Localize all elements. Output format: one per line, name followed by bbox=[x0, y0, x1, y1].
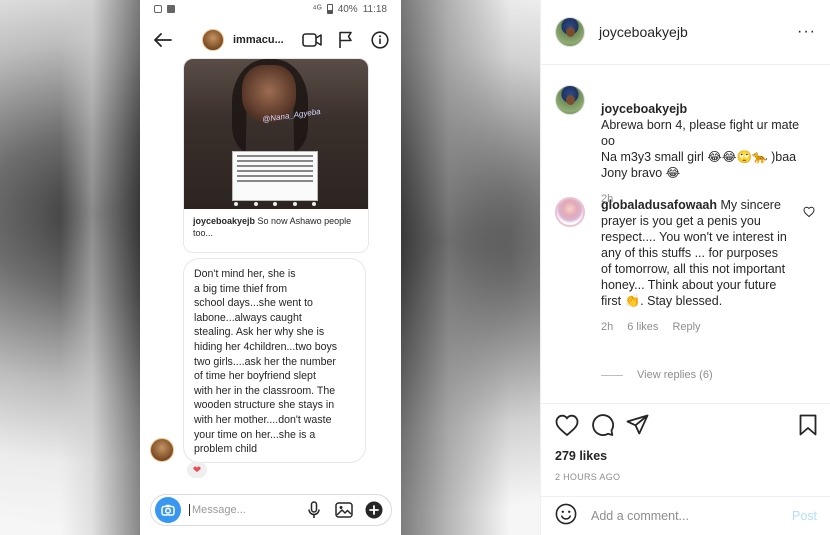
post-comment-button[interactable]: Post bbox=[792, 509, 817, 523]
sender-avatar bbox=[150, 438, 174, 462]
battery-level: 40% bbox=[337, 3, 358, 15]
info-icon bbox=[369, 29, 391, 51]
heart-reaction: ❤ bbox=[187, 462, 207, 478]
shared-post-thumbnail: @Nana_Agyeba bbox=[184, 59, 368, 209]
message-bubble: Don't mind her, she is a big time thief … bbox=[183, 258, 366, 463]
post-actions: 279 likes 2 HOURS AGO bbox=[541, 403, 830, 482]
flag-icon bbox=[335, 29, 357, 51]
instagram-notification-icon bbox=[154, 5, 162, 13]
network-indicator: ⁴ᴳ bbox=[312, 3, 322, 15]
status-bar: ⁴ᴳ 40% 11:18 bbox=[140, 0, 401, 18]
folder-notification-icon bbox=[167, 5, 175, 13]
view-replies-button[interactable]: View replies (6) bbox=[601, 369, 713, 381]
share-icon[interactable] bbox=[626, 414, 649, 440]
comment-text: My sincere prayer is you get a penis you… bbox=[601, 198, 787, 308]
comment-item: joyceboakyejb Abrewa born 4, please figh… bbox=[555, 85, 815, 207]
emoji-icon[interactable] bbox=[555, 503, 577, 530]
comments-list[interactable]: joyceboakyejb Abrewa born 4, please figh… bbox=[541, 66, 830, 403]
comment-username[interactable]: joyceboakyejb bbox=[601, 102, 687, 116]
add-comment-input[interactable] bbox=[591, 509, 791, 523]
shared-post-caption: joyceboakyejb So now Ashawo people too..… bbox=[184, 209, 368, 245]
comment-meta: 2h 6 likes Reply bbox=[601, 319, 791, 335]
author-username[interactable]: joyceboakyejb bbox=[599, 24, 688, 40]
post-side-panel: joyceboakyejb ··· joyceboakyejb Abrewa b… bbox=[540, 0, 830, 535]
clock: 11:18 bbox=[362, 3, 387, 15]
more-options-icon[interactable]: ··· bbox=[797, 23, 816, 41]
post-header: joyceboakyejb ··· bbox=[541, 0, 830, 65]
dm-header: immacu... bbox=[140, 18, 401, 62]
back-arrow-icon bbox=[150, 27, 176, 53]
post-timestamp: 2 HOURS AGO bbox=[555, 472, 621, 482]
add-comment-bar: Post bbox=[541, 496, 830, 535]
comment-author-avatar[interactable] bbox=[555, 197, 585, 227]
dm-contact-avatar bbox=[202, 29, 224, 51]
comment-item: globaladusafowaah My sincere prayer is y… bbox=[555, 197, 791, 335]
battery-icon bbox=[326, 4, 333, 14]
blurred-background-right bbox=[400, 0, 510, 535]
message-input bbox=[189, 504, 297, 516]
view-replies-line bbox=[601, 374, 623, 376]
comment-like-heart-icon[interactable] bbox=[803, 204, 815, 222]
shared-post-username: joyceboakyejb bbox=[193, 216, 256, 226]
dm-screenshot: ⁴ᴳ 40% 11:18 immacu... @Nana_Agyeba joyc… bbox=[140, 0, 401, 535]
heart-icon[interactable] bbox=[555, 414, 579, 441]
view-replies-label: View replies (6) bbox=[637, 369, 713, 381]
comment-likes[interactable]: 6 likes bbox=[627, 319, 658, 335]
post-media: ⁴ᴳ 40% 11:18 immacu... @Nana_Agyeba joyc… bbox=[0, 0, 540, 535]
author-avatar[interactable] bbox=[555, 17, 585, 47]
comment-time[interactable]: 2h bbox=[601, 319, 613, 335]
comment-author-avatar[interactable] bbox=[555, 85, 585, 115]
comment-icon[interactable] bbox=[591, 413, 614, 441]
nested-post-screenshot bbox=[232, 151, 318, 201]
gallery-icon bbox=[333, 499, 355, 521]
shared-post-card: @Nana_Agyeba joyceboakyejb So now Ashawo… bbox=[183, 58, 369, 253]
microphone-icon bbox=[303, 499, 325, 521]
camera-icon bbox=[155, 497, 181, 523]
comment-text: Abrewa born 4, please fight ur mate oo N… bbox=[601, 118, 800, 180]
reply-button[interactable]: Reply bbox=[672, 319, 700, 335]
comment-username[interactable]: globaladusafowaah bbox=[601, 198, 717, 212]
bookmark-icon[interactable] bbox=[799, 414, 817, 441]
likes-count[interactable]: 279 likes bbox=[555, 449, 817, 463]
dm-contact-name: immacu... bbox=[233, 34, 284, 46]
message-composer bbox=[150, 494, 392, 526]
plus-circle-icon bbox=[363, 499, 385, 521]
video-call-icon bbox=[301, 29, 323, 51]
blurred-background-left bbox=[60, 0, 140, 535]
